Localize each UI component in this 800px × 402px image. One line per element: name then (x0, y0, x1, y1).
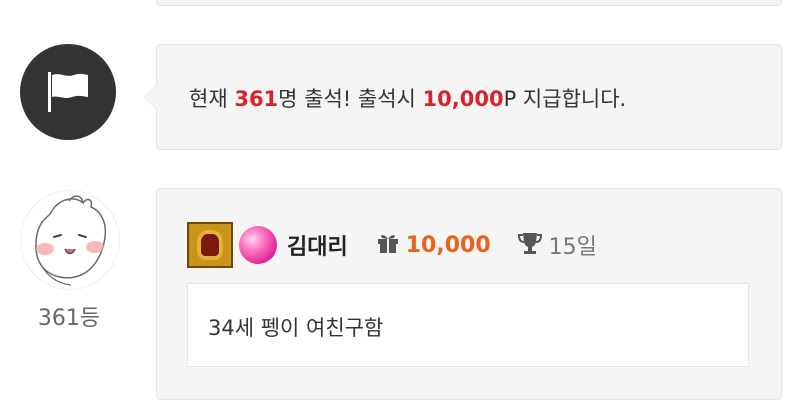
points-value: 10,000 (405, 232, 491, 258)
attendance-notice: 현재 361명 출석! 출석시 10,000P 지급합니다. (144, 44, 782, 150)
avatar[interactable] (20, 190, 120, 290)
attendance-entry: 김대리 10,000 15일 34세 펭이 여친구함 (156, 188, 782, 400)
notice-prefix: 현재 (189, 87, 235, 111)
trophy-icon (517, 231, 543, 259)
comment-box: 34세 펭이 여친구함 (187, 283, 749, 367)
notice-suffix: P 지급합니다. (503, 87, 627, 111)
gift-icon (376, 232, 400, 258)
attendance-count: 361 (234, 87, 279, 111)
flag-icon (20, 44, 116, 140)
comment-text: 34세 펭이 여친구함 (208, 316, 384, 340)
notice-middle: 명 출석! 출석시 (278, 87, 423, 111)
notice-text: 현재 361명 출석! 출석시 10,000P 지급합니다. (189, 83, 626, 113)
previous-entry-card (156, 0, 782, 6)
username[interactable]: 김대리 (287, 229, 348, 261)
gem-icon (239, 226, 277, 264)
attendance-days: 15일 (548, 235, 597, 260)
reward-points: 10,000 (422, 87, 504, 111)
entry-header: 김대리 10,000 15일 (187, 222, 597, 268)
badge-icon (187, 222, 233, 268)
rank-label: 361등 (37, 306, 101, 331)
